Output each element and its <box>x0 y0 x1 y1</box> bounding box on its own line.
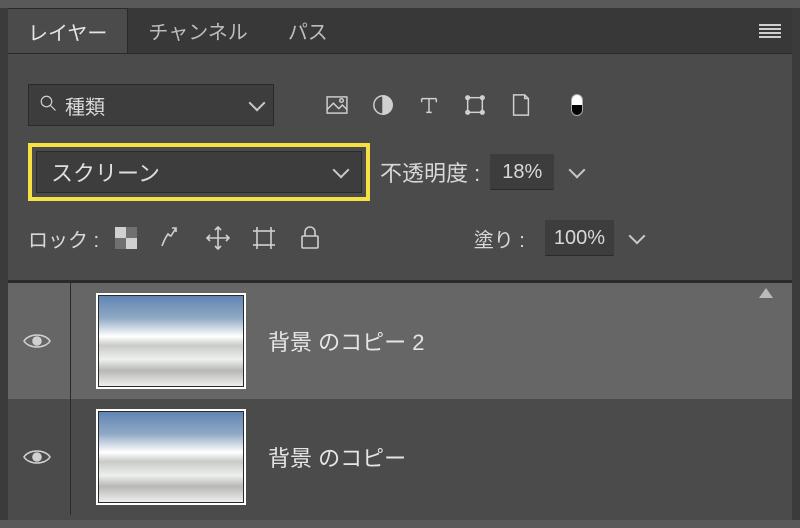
layers-list: 背景 のコピー 2 背景 のコピー <box>8 280 792 515</box>
chevron-down-icon <box>333 162 350 179</box>
menu-icon <box>759 24 781 38</box>
filter-smartobject-icon[interactable] <box>510 94 532 116</box>
lock-label: ロック : <box>28 224 99 253</box>
chevron-down-icon <box>249 95 266 112</box>
layer-thumbnail[interactable] <box>96 409 246 505</box>
panel-tabs: レイヤー チャンネル パス <box>8 8 792 54</box>
fill-group: 塗り : 100% <box>474 220 772 256</box>
tab-channels[interactable]: チャンネル <box>128 8 267 53</box>
filter-type-select[interactable]: 種類 <box>28 84 274 126</box>
layer-filter-row: 種類 <box>28 82 772 128</box>
filter-type-icon[interactable] <box>418 94 440 116</box>
opacity-input[interactable]: 18% <box>490 154 554 190</box>
tab-paths[interactable]: パス <box>268 8 348 53</box>
filter-toggle[interactable] <box>566 94 588 116</box>
layer-name[interactable]: 背景 のコピー <box>268 441 406 473</box>
search-icon <box>39 94 57 117</box>
tab-layers[interactable]: レイヤー <box>8 8 128 53</box>
layer-name[interactable]: 背景 のコピー 2 <box>268 325 424 357</box>
visibility-toggle[interactable] <box>22 326 52 356</box>
lock-position-icon[interactable] <box>205 225 231 251</box>
blend-row: スクリーン 不透明度 : 18% <box>28 148 772 196</box>
blend-mode-highlight: スクリーン <box>28 143 370 201</box>
panel-menu-button[interactable] <box>748 8 792 53</box>
lock-row: ロック : 塗り : 100% <box>28 218 772 258</box>
toggle-pill-icon <box>571 94 583 116</box>
blend-mode-select[interactable]: スクリーン <box>36 151 362 193</box>
vertical-scrollbar[interactable] <box>756 288 776 504</box>
layer-row[interactable]: 背景 のコピー 2 <box>8 283 792 399</box>
layer-thumbnail[interactable] <box>96 293 246 389</box>
blend-mode-value: スクリーン <box>51 156 335 188</box>
scroll-up-arrow-icon <box>759 288 773 298</box>
opacity-label: 不透明度 : <box>380 156 480 188</box>
filter-pixel-icon[interactable] <box>326 94 348 116</box>
lock-image-icon[interactable] <box>159 225 185 251</box>
fill-label: 塗り : <box>474 224 525 253</box>
filter-shape-icon[interactable] <box>464 94 486 116</box>
chevron-down-icon <box>629 228 646 245</box>
fill-input[interactable]: 100% <box>545 220 614 256</box>
filter-type-label: 種類 <box>65 91 251 120</box>
visibility-toggle[interactable] <box>22 442 52 472</box>
lock-transparency-icon[interactable] <box>113 225 139 251</box>
opacity-dropdown-button[interactable] <box>562 154 592 190</box>
fill-dropdown-button[interactable] <box>622 220 652 256</box>
lock-artboard-icon[interactable] <box>251 225 277 251</box>
filter-adjustment-icon[interactable] <box>372 94 394 116</box>
chevron-down-icon <box>569 162 586 179</box>
layer-row[interactable]: 背景 のコピー <box>8 399 792 515</box>
lock-all-icon[interactable] <box>297 225 323 251</box>
